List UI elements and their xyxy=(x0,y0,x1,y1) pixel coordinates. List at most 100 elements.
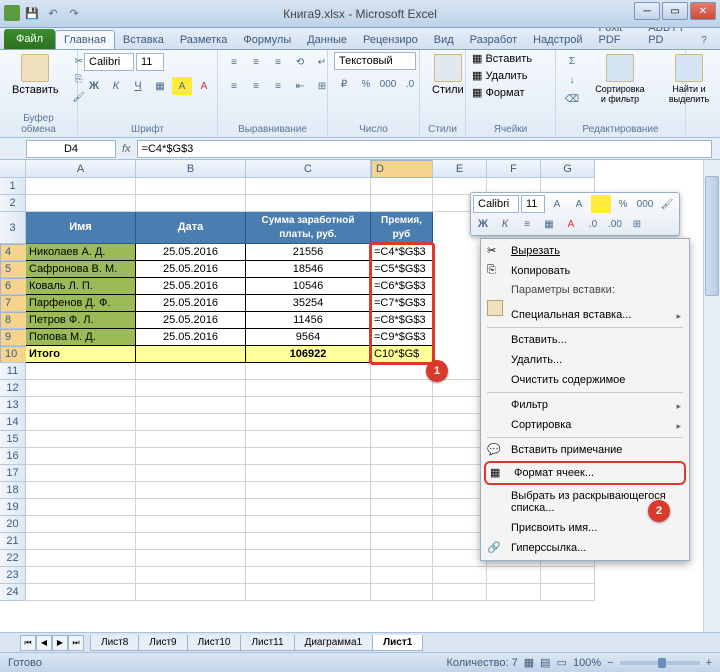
row-header-11[interactable]: 11 xyxy=(0,363,26,380)
col-header-D[interactable]: D xyxy=(371,160,433,178)
cell-D19[interactable] xyxy=(371,499,433,516)
cell-C12[interactable] xyxy=(246,380,371,397)
number-format-select[interactable]: Текстовый xyxy=(334,52,416,70)
cell-D10[interactable]: C10*$G$ xyxy=(371,346,433,363)
cell-A17[interactable] xyxy=(26,465,136,482)
cell-C15[interactable] xyxy=(246,431,371,448)
sheet-tab-Лист11[interactable]: Лист11 xyxy=(240,635,294,651)
ctx-insert[interactable]: Вставить... xyxy=(483,330,687,350)
row-header-17[interactable]: 17 xyxy=(0,465,26,482)
cell-A5[interactable]: Сафронова В. М. xyxy=(26,261,136,278)
cell-B21[interactable] xyxy=(136,533,246,550)
ctx-hyperlink[interactable]: 🔗Гиперссылка... xyxy=(483,538,687,558)
cell-E16[interactable] xyxy=(433,448,487,465)
cell-B17[interactable] xyxy=(136,465,246,482)
cell-D6[interactable]: =C6*$G$3 xyxy=(371,278,433,295)
row-header-1[interactable]: 1 xyxy=(0,178,26,195)
sheet-nav-last[interactable]: ⏭ xyxy=(68,635,84,651)
cell-A2[interactable] xyxy=(26,195,136,212)
row-header-2[interactable]: 2 xyxy=(0,195,26,212)
cell-A19[interactable] xyxy=(26,499,136,516)
cell-F24[interactable] xyxy=(487,584,541,601)
cell-A3[interactable]: Имя xyxy=(26,212,136,244)
row-header-23[interactable]: 23 xyxy=(0,567,26,584)
sheet-tab-Лист9[interactable]: Лист9 xyxy=(138,635,187,651)
cell-D12[interactable] xyxy=(371,380,433,397)
inc-decimal-icon[interactable]: .0 xyxy=(400,75,420,93)
cell-B23[interactable] xyxy=(136,567,246,584)
view-layout-icon[interactable]: ▤ xyxy=(540,656,550,669)
cell-A1[interactable] xyxy=(26,178,136,195)
col-header-B[interactable]: B xyxy=(136,160,246,177)
cell-D7[interactable]: =C7*$G$3 xyxy=(371,295,433,312)
cell-C10[interactable]: 106922 xyxy=(246,346,371,363)
cell-B1[interactable] xyxy=(136,178,246,195)
zoom-slider[interactable] xyxy=(620,661,700,665)
mini-comma-icon[interactable]: 000 xyxy=(635,195,655,213)
italic-button[interactable]: К xyxy=(106,77,126,95)
cell-E14[interactable] xyxy=(433,414,487,431)
cell-B4[interactable]: 25.05.2016 xyxy=(136,244,246,261)
cell-C4[interactable]: 21556 xyxy=(246,244,371,261)
bold-button[interactable]: Ж xyxy=(84,77,104,95)
cell-B5[interactable]: 25.05.2016 xyxy=(136,261,246,278)
cell-C3[interactable]: Сумма заработной платы, руб. xyxy=(246,212,371,244)
cell-D11[interactable] xyxy=(371,363,433,380)
cell-F23[interactable] xyxy=(487,567,541,584)
delete-cells-button[interactable]: ▦ Удалить xyxy=(472,69,527,82)
cell-D16[interactable] xyxy=(371,448,433,465)
cell-E22[interactable] xyxy=(433,550,487,567)
row-header-18[interactable]: 18 xyxy=(0,482,26,499)
mini-painter-icon[interactable]: 🖌 xyxy=(657,195,677,213)
cell-D23[interactable] xyxy=(371,567,433,584)
border-button[interactable]: ▦ xyxy=(150,77,170,95)
find-select-button[interactable]: Найти и выделить xyxy=(658,52,720,106)
qat-save-icon[interactable]: 💾 xyxy=(23,4,41,22)
cell-C20[interactable] xyxy=(246,516,371,533)
sheet-nav-first[interactable]: ⏮ xyxy=(20,635,36,651)
ctx-cut[interactable]: ✂Вырезать xyxy=(483,241,687,261)
cell-B22[interactable] xyxy=(136,550,246,567)
maximize-button[interactable]: ▭ xyxy=(662,2,688,20)
font-select[interactable]: Calibri xyxy=(84,53,134,71)
cell-A16[interactable] xyxy=(26,448,136,465)
clear-icon[interactable]: ⌫ xyxy=(562,90,582,108)
cell-D13[interactable] xyxy=(371,397,433,414)
cell-B3[interactable]: Дата xyxy=(136,212,246,244)
cell-G24[interactable] xyxy=(541,584,595,601)
currency-icon[interactable]: ₽ xyxy=(334,75,354,93)
cell-B9[interactable]: 25.05.2016 xyxy=(136,329,246,346)
cell-A12[interactable] xyxy=(26,380,136,397)
sheet-nav-prev[interactable]: ◀ xyxy=(36,635,52,651)
cell-E21[interactable] xyxy=(433,533,487,550)
cell-A7[interactable]: Парфенов Д. Ф. xyxy=(26,295,136,312)
mini-decdec[interactable]: .00 xyxy=(605,215,625,233)
cell-B10[interactable] xyxy=(136,346,246,363)
cell-C21[interactable] xyxy=(246,533,371,550)
ctx-filter[interactable]: Фильтр▸ xyxy=(483,395,687,415)
cell-B20[interactable] xyxy=(136,516,246,533)
cell-C19[interactable] xyxy=(246,499,371,516)
cell-E15[interactable] xyxy=(433,431,487,448)
cell-C7[interactable]: 35254 xyxy=(246,295,371,312)
row-header-16[interactable]: 16 xyxy=(0,448,26,465)
sheet-tab-Лист8[interactable]: Лист8 xyxy=(90,635,139,651)
col-header-C[interactable]: C xyxy=(246,160,371,177)
mini-shrink-icon[interactable]: A xyxy=(569,195,589,213)
ctx-comment[interactable]: 💬Вставить примечание xyxy=(483,440,687,460)
cell-C8[interactable]: 11456 xyxy=(246,312,371,329)
cell-D2[interactable] xyxy=(371,195,433,212)
ctx-copy[interactable]: ⎘Копировать xyxy=(483,261,687,281)
align-bottom-icon[interactable]: ≡ xyxy=(268,53,288,71)
cell-C2[interactable] xyxy=(246,195,371,212)
cell-A10[interactable]: Итого xyxy=(26,346,136,363)
mini-fontcolor[interactable]: A xyxy=(561,215,581,233)
ribbon-help-icon[interactable]: ? xyxy=(694,31,714,49)
tab-insert[interactable]: Вставка xyxy=(115,31,172,49)
cell-D8[interactable]: =C8*$G$3 xyxy=(371,312,433,329)
font-size-select[interactable]: 11 xyxy=(136,53,164,71)
cell-A18[interactable] xyxy=(26,482,136,499)
col-header-G[interactable]: G xyxy=(541,160,595,177)
insert-cells-button[interactable]: ▦ Вставить xyxy=(472,52,532,65)
cell-E20[interactable] xyxy=(433,516,487,533)
